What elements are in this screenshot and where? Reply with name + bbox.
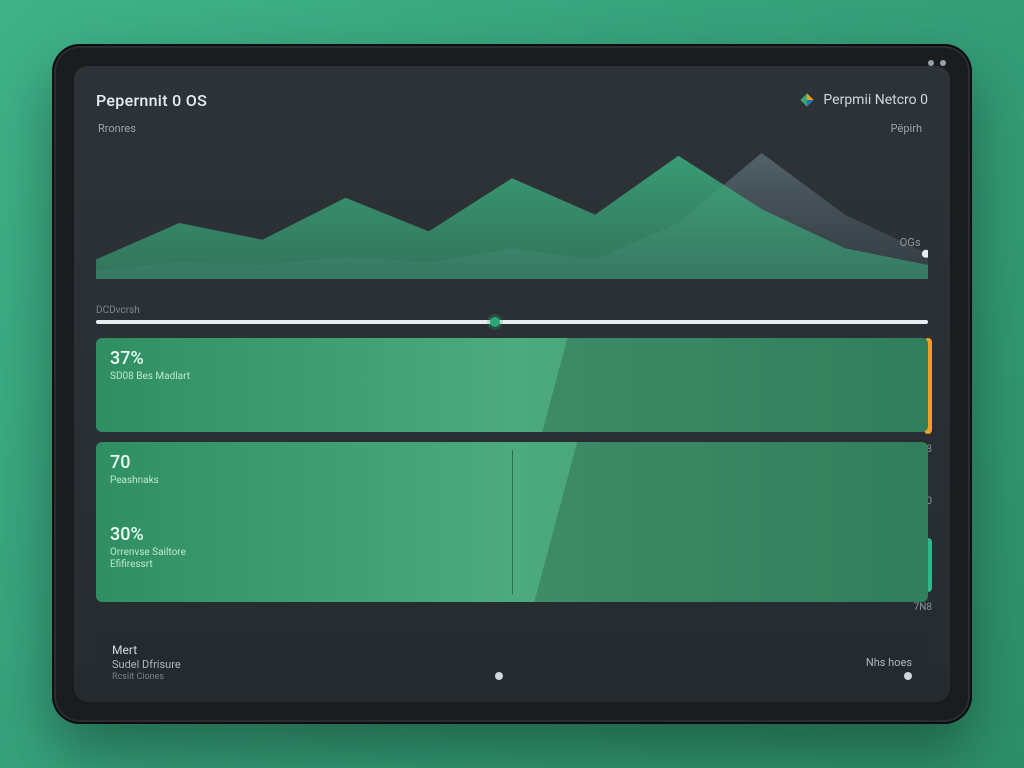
chart-series-labels: Rronres Pëpirh bbox=[96, 122, 928, 135]
area-chart-svg: OGs bbox=[96, 139, 928, 279]
slider-track[interactable] bbox=[96, 320, 928, 324]
panel-bottom[interactable]: 70 Peashnaks 30% Orrenvse Sailtore Efifi… bbox=[96, 442, 928, 602]
panel-divider bbox=[512, 450, 513, 594]
slider-thumb[interactable] bbox=[490, 317, 500, 327]
brand-logo-icon bbox=[799, 92, 815, 108]
brand: Perpmii Netcro 0 bbox=[799, 92, 928, 108]
app-title: Pepernnit 0 OS bbox=[96, 91, 207, 110]
footer-bar: Mert Sudel Dfrisure Rcsiit Ciones Nhs ho… bbox=[96, 634, 928, 688]
metric-panels: 49087P001N687:80101U007N8 37% SD08 Bes M… bbox=[96, 338, 928, 626]
slider-row: DCDvcrsh bbox=[96, 305, 928, 324]
area-chart: OGs bbox=[96, 139, 928, 299]
screen: Pepernnit 0 OS Perpmii Netcro 0 Rronres … bbox=[74, 66, 950, 702]
slider-label: DCDvcrsh bbox=[96, 305, 928, 316]
series-label-right: Pëpirh bbox=[891, 122, 922, 135]
footer-indicator-dot[interactable] bbox=[904, 672, 912, 680]
panel-top-value: 37% bbox=[110, 348, 914, 369]
series-label-left: Rronres bbox=[98, 122, 136, 135]
footer-line2: Sudel Dfrisure bbox=[112, 658, 181, 671]
footer-line1: Mert bbox=[112, 643, 181, 657]
tablet-frame: Pepernnit 0 OS Perpmii Netcro 0 Rronres … bbox=[52, 44, 972, 724]
panel-top[interactable]: 37% SD08 Bes Madlart bbox=[96, 338, 928, 432]
axis-tick: 7N8 bbox=[878, 602, 932, 613]
footer-line3: Rcsiit Ciones bbox=[112, 672, 181, 682]
footer-indicator-dot[interactable] bbox=[495, 672, 503, 680]
window-dot bbox=[940, 60, 946, 66]
footer-right-label: Nhs hoes bbox=[866, 656, 912, 669]
footer-left: Mert Sudel Dfrisure Rcsiit Ciones bbox=[112, 643, 181, 682]
panel-top-sub: SD08 Bes Madlart bbox=[110, 371, 914, 382]
brand-label: Perpmii Netcro 0 bbox=[823, 92, 928, 108]
topbar: Pepernnit 0 OS Perpmii Netcro 0 bbox=[96, 86, 928, 114]
svg-text:OGs: OGs bbox=[900, 236, 921, 249]
